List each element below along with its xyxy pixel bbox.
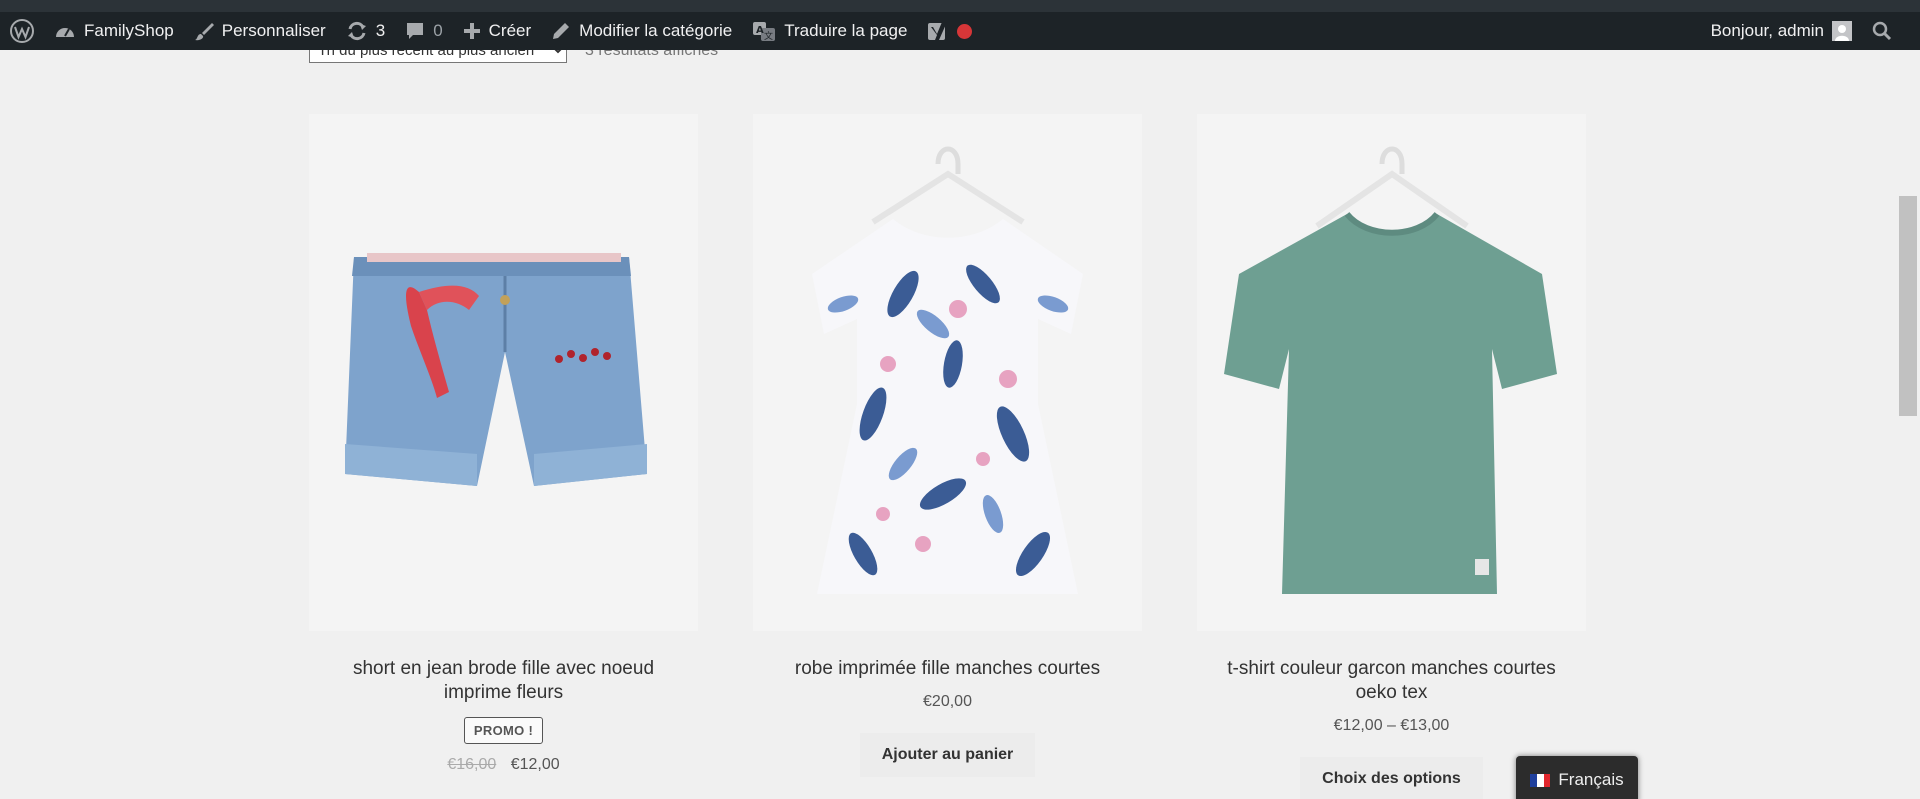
page-scrollbar[interactable] <box>1896 50 1920 799</box>
product-price: €12,00 – €13,00 <box>1197 717 1586 735</box>
denim-shorts-image <box>345 253 647 486</box>
wordpress-icon <box>10 19 34 43</box>
customize-link[interactable]: Personnaliser <box>184 12 336 50</box>
yoast-seo-menu[interactable] <box>917 12 982 50</box>
customize-label: Personnaliser <box>221 21 326 40</box>
scrollbar-thumb[interactable] <box>1899 196 1917 416</box>
paintbrush-icon <box>194 23 214 41</box>
avatar <box>1832 21 1852 41</box>
language-label: Français <box>1558 770 1624 789</box>
product-title[interactable]: t-shirt couleur garcon manches courtes o… <box>1197 657 1586 705</box>
translate-page-link[interactable]: A 文 Traduire la page <box>742 12 917 50</box>
price-value: €20,00 <box>923 693 972 710</box>
french-flag-icon <box>1530 773 1551 787</box>
product-card[interactable]: short en jean brode fille avec noeud imp… <box>309 114 698 774</box>
translate-icon: A 文 <box>753 22 776 42</box>
regular-price: €16,00 <box>447 756 497 773</box>
admin-bar-secondary: Bonjour, admin <box>1701 12 1920 50</box>
green-tshirt-image <box>1224 146 1557 594</box>
comments-count: 0 <box>433 21 443 40</box>
product-card[interactable]: robe imprimée fille manches courtes €20,… <box>753 114 1142 777</box>
updates-link[interactable]: 3 <box>336 12 395 50</box>
svg-text:文: 文 <box>764 30 773 42</box>
user-avatar-icon <box>1835 25 1849 41</box>
select-options-button[interactable]: Choix des options <box>1300 757 1483 799</box>
edit-category-label: Modifier la catégorie <box>579 21 733 40</box>
greeting-label: Bonjour, admin <box>1710 21 1824 40</box>
floral-dress-image <box>812 146 1083 594</box>
plus-icon <box>463 23 480 39</box>
product-image[interactable] <box>1197 114 1586 631</box>
comments-link[interactable]: 0 <box>395 12 452 50</box>
comment-icon <box>407 23 424 39</box>
translate-page-label: Traduire la page <box>784 21 908 40</box>
svg-text:A: A <box>756 25 764 36</box>
my-account-menu[interactable]: Bonjour, admin <box>1701 12 1862 50</box>
wordpress-logo-menu[interactable] <box>0 12 44 50</box>
edit-category-link[interactable]: Modifier la catégorie <box>541 12 742 50</box>
product-price: €20,00 <box>753 693 1142 711</box>
site-name-menu[interactable]: FamilyShop <box>44 12 184 50</box>
add-to-cart-button[interactable]: Ajouter au panier <box>859 733 1036 777</box>
price-range: €12,00 – €13,00 <box>1333 717 1450 734</box>
admin-bar: FamilyShop Personnaliser 3 0 Créer Modif… <box>0 0 1920 50</box>
updates-icon <box>347 21 366 41</box>
sale-badge: PROMO ! <box>463 717 544 744</box>
seo-status-dot <box>957 23 973 39</box>
language-switcher[interactable]: Français <box>1516 756 1638 799</box>
search-icon <box>1872 21 1892 41</box>
product-image[interactable] <box>309 114 698 631</box>
yoast-icon <box>928 22 948 40</box>
dashboard-icon <box>56 28 74 37</box>
sale-price: €12,00 <box>510 756 560 773</box>
search-button[interactable] <box>1862 12 1902 50</box>
updates-count: 3 <box>375 21 386 40</box>
pencil-icon <box>553 23 570 39</box>
new-content-label: Créer <box>488 21 532 40</box>
product-title[interactable]: short en jean brode fille avec noeud imp… <box>309 657 698 705</box>
new-content-menu[interactable]: Créer <box>453 12 542 50</box>
site-name-label: FamilyShop <box>84 21 174 40</box>
product-image[interactable] <box>753 114 1142 631</box>
product-price: €16,00 €12,00 <box>309 756 698 774</box>
product-title[interactable]: robe imprimée fille manches courtes <box>753 657 1142 681</box>
product-card[interactable]: t-shirt couleur garcon manches courtes o… <box>1197 114 1586 799</box>
